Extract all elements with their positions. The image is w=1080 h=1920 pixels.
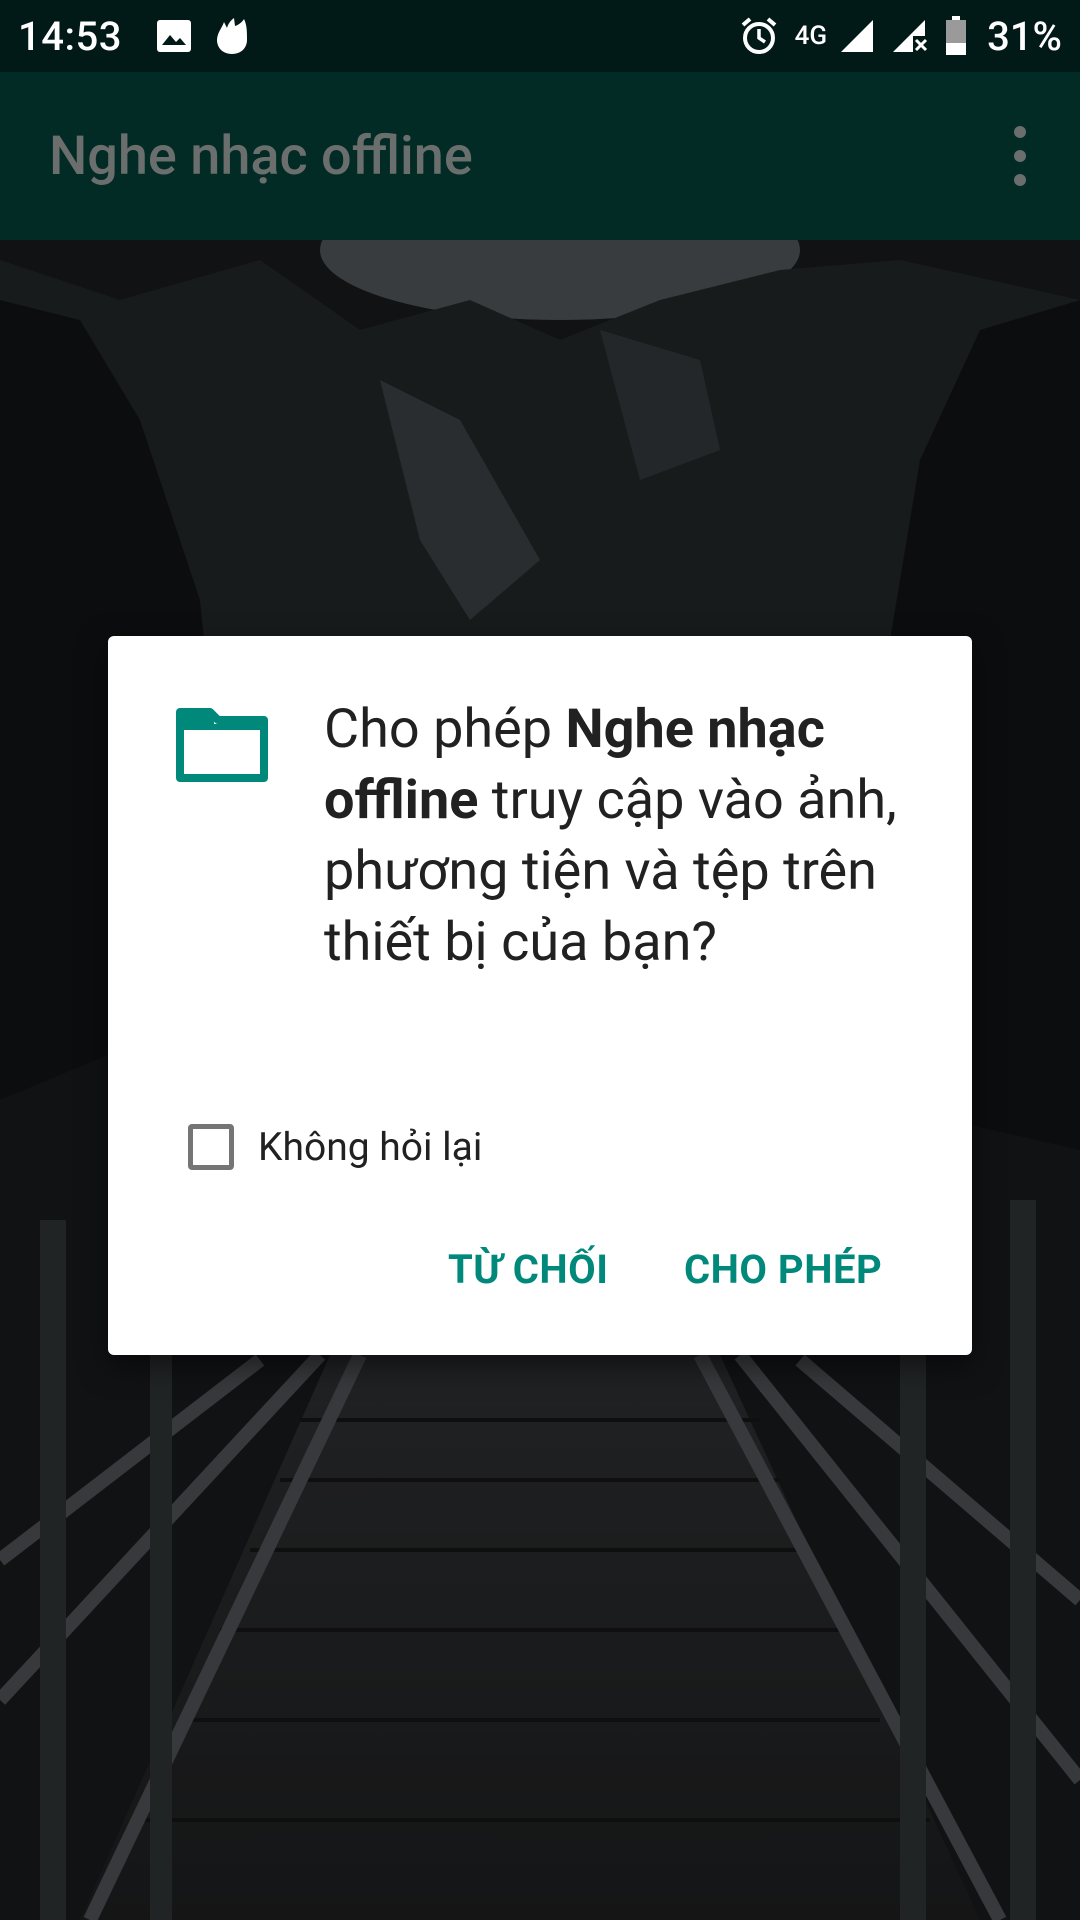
alarm-icon <box>739 16 779 56</box>
message-prefix: Cho phép <box>324 698 566 761</box>
battery-percent: 31% <box>987 12 1062 60</box>
signal-icon <box>839 18 875 54</box>
network-type: 4G <box>794 21 828 51</box>
deny-button[interactable]: TỪ CHỐI <box>448 1246 608 1293</box>
allow-button[interactable]: CHO PHÉP <box>684 1246 882 1293</box>
more-vert-icon[interactable] <box>1000 126 1040 186</box>
dont-ask-again-row[interactable]: Không hỏi lại <box>188 1124 482 1170</box>
dialog-message: Cho phép Nghe nhạc offline truy cập vào … <box>324 694 924 978</box>
permission-dialog: Cho phép Nghe nhạc offline truy cập vào … <box>108 636 972 1355</box>
signal-no-data-icon <box>891 18 929 54</box>
folder-icon <box>176 708 268 786</box>
image-icon <box>156 19 192 53</box>
battery-icon <box>945 16 967 56</box>
app-title: Nghe nhạc offline <box>49 124 473 188</box>
status-bar: 14:53 4G 31% <box>0 0 1080 72</box>
dont-ask-checkbox[interactable] <box>188 1124 234 1170</box>
status-time: 14:53 <box>18 12 122 60</box>
app-bar: Nghe nhạc offline <box>0 72 1080 240</box>
app-notification-icon <box>214 16 250 56</box>
dont-ask-label: Không hỏi lại <box>258 1124 483 1170</box>
